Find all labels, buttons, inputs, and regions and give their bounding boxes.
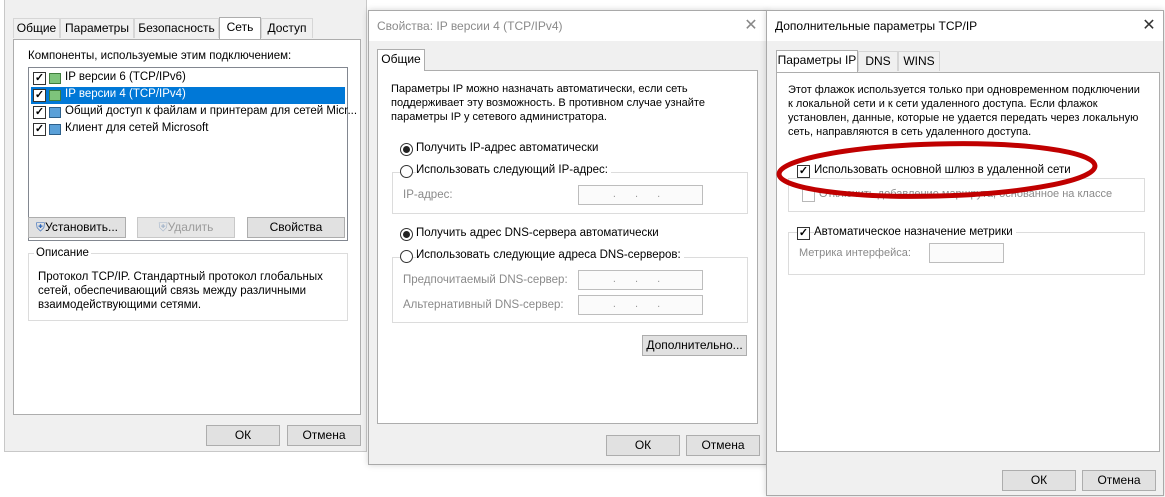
window-title: Дополнительные параметры TCP/IP xyxy=(775,19,978,33)
tab-general[interactable]: Общие xyxy=(13,18,60,38)
radio-ip-auto[interactable] xyxy=(400,143,413,156)
disable-class-route-label: Отключить добавление маршрута, основанно… xyxy=(819,188,1113,200)
use-gateway-label: Использовать основной шлюз в удаленной с… xyxy=(814,164,1074,176)
list-item[interactable]: ✓ IP версии 6 (TCP/IPv6) xyxy=(31,70,345,87)
components-list[interactable]: ✓ IP версии 6 (TCP/IPv6) ✓ IP версии 4 (… xyxy=(28,67,357,241)
tab-general[interactable]: Общие xyxy=(377,49,425,71)
description-text: Протокол TCP/IP. Стандартный протокол гл… xyxy=(38,271,323,311)
ok-button[interactable]: ОК xyxy=(1002,470,1076,491)
radio-ip-manual-label: Использовать следующий IP-адрес: xyxy=(416,164,611,176)
checkbox-ms-client[interactable]: ✓ xyxy=(33,123,46,136)
list-item-label: IP версии 4 (TCP/IPv4) xyxy=(65,88,186,100)
use-gateway-checkbox[interactable]: ✓ xyxy=(797,165,810,178)
cancel-button[interactable]: Отмена xyxy=(287,425,361,446)
network-component-icon xyxy=(49,107,61,118)
ok-button[interactable]: ОК xyxy=(206,425,280,446)
cancel-button[interactable]: Отмена xyxy=(1082,470,1156,491)
tab-wins[interactable]: WINS xyxy=(898,51,940,71)
install-button[interactable]: ⛨Установить... xyxy=(28,217,126,238)
tab-parameters[interactable]: Параметры xyxy=(60,18,134,38)
intro-text: Параметры IP можно назначать автоматичес… xyxy=(391,83,705,123)
ip-address-field[interactable]: . . . xyxy=(578,185,703,205)
window-title: Свойства: IP версии 4 (TCP/IPv4) xyxy=(377,19,563,33)
adapter-properties-window: Общие Параметры Безопасность Сеть Доступ… xyxy=(4,0,367,452)
tab-dns[interactable]: DNS xyxy=(858,51,898,71)
tab-strip: Общие Параметры Безопасность Сеть Доступ xyxy=(13,17,363,40)
tab-strip: Параметры IP DNS WINS xyxy=(776,50,976,73)
checkbox-ipv6[interactable]: ✓ xyxy=(33,72,46,85)
title-bar: Дополнительные параметры TCP/IP ✕ xyxy=(767,11,1163,41)
network-tab-panel: Компоненты, используемые этим подключени… xyxy=(13,39,361,415)
auto-metric-checkbox[interactable]: ✓ xyxy=(797,227,810,240)
dns-preferred-field[interactable]: . . . xyxy=(578,270,703,290)
checkbox-ipv4[interactable]: ✓ xyxy=(33,89,46,102)
dns-preferred-label: Предпочитаемый DNS-сервер: xyxy=(403,274,568,286)
list-item-label: Общий доступ к файлам и принтерам для се… xyxy=(65,105,358,117)
disable-class-route-checkbox[interactable] xyxy=(802,189,815,202)
tab-network[interactable]: Сеть xyxy=(219,17,261,39)
list-item-selected[interactable]: ✓ IP версии 4 (TCP/IPv4) xyxy=(31,87,345,104)
shield-icon: ⛨ xyxy=(158,220,168,234)
remove-button[interactable]: ⛨Удалить xyxy=(137,217,235,238)
metric-field[interactable] xyxy=(929,243,1004,263)
radio-dns-auto-label: Получить адрес DNS-сервера автоматически xyxy=(416,227,659,239)
network-component-icon xyxy=(49,124,61,135)
intro-text: Этот флажок используется только при одно… xyxy=(788,84,1140,138)
radio-dns-manual-label: Использовать следующие адреса DNS-сервер… xyxy=(416,249,684,261)
radio-dns-auto[interactable] xyxy=(400,228,413,241)
ip-address-label: IP-адрес: xyxy=(403,189,453,201)
close-icon[interactable]: ✕ xyxy=(1139,17,1159,35)
close-icon[interactable]: ✕ xyxy=(741,17,761,35)
list-item[interactable]: ✓ Общий доступ к файлам и принтерам для … xyxy=(31,104,357,121)
auto-metric-label: Автоматическое назначение метрики xyxy=(814,226,1016,238)
radio-dns-manual[interactable] xyxy=(400,250,413,263)
radio-ip-manual[interactable] xyxy=(400,165,413,178)
list-item-label: IP версии 6 (TCP/IPv6) xyxy=(65,71,186,83)
title-bar: Свойства: IP версии 4 (TCP/IPv4) ✕ xyxy=(369,11,767,41)
advanced-button[interactable]: Дополнительно... xyxy=(642,335,747,356)
list-item-label: Клиент для сетей Microsoft xyxy=(65,122,209,134)
metric-label: Метрика интерфейса: xyxy=(799,247,911,259)
ipv4-properties-window: Свойства: IP версии 4 (TCP/IPv4) ✕ Общие… xyxy=(368,10,768,465)
tab-ip-settings[interactable]: Параметры IP xyxy=(776,50,858,72)
tab-sharing[interactable]: Доступ xyxy=(261,18,313,38)
ip-settings-panel: Этот флажок используется только при одно… xyxy=(776,72,1160,452)
components-label: Компоненты, используемые этим подключени… xyxy=(28,50,292,62)
dns-alternate-label: Альтернативный DNS-сервер: xyxy=(403,299,564,311)
general-tab-panel: Параметры IP можно назначать автоматичес… xyxy=(377,70,758,424)
properties-button[interactable]: Свойства xyxy=(247,217,345,238)
shield-icon: ⛨ xyxy=(36,220,46,234)
ok-button[interactable]: ОК xyxy=(606,435,680,456)
checkbox-file-sharing[interactable]: ✓ xyxy=(33,106,46,119)
list-item[interactable]: ✓ Клиент для сетей Microsoft xyxy=(31,121,345,138)
cancel-button[interactable]: Отмена xyxy=(686,435,760,456)
tab-security[interactable]: Безопасность xyxy=(134,18,219,38)
radio-ip-auto-label: Получить IP-адрес автоматически xyxy=(416,142,599,154)
description-title: Описание xyxy=(34,247,91,259)
network-component-icon xyxy=(49,90,61,101)
advanced-tcpip-window: Дополнительные параметры TCP/IP ✕ Параме… xyxy=(766,10,1164,496)
dns-alternate-field[interactable]: . . . xyxy=(578,295,703,315)
network-component-icon xyxy=(49,73,61,84)
